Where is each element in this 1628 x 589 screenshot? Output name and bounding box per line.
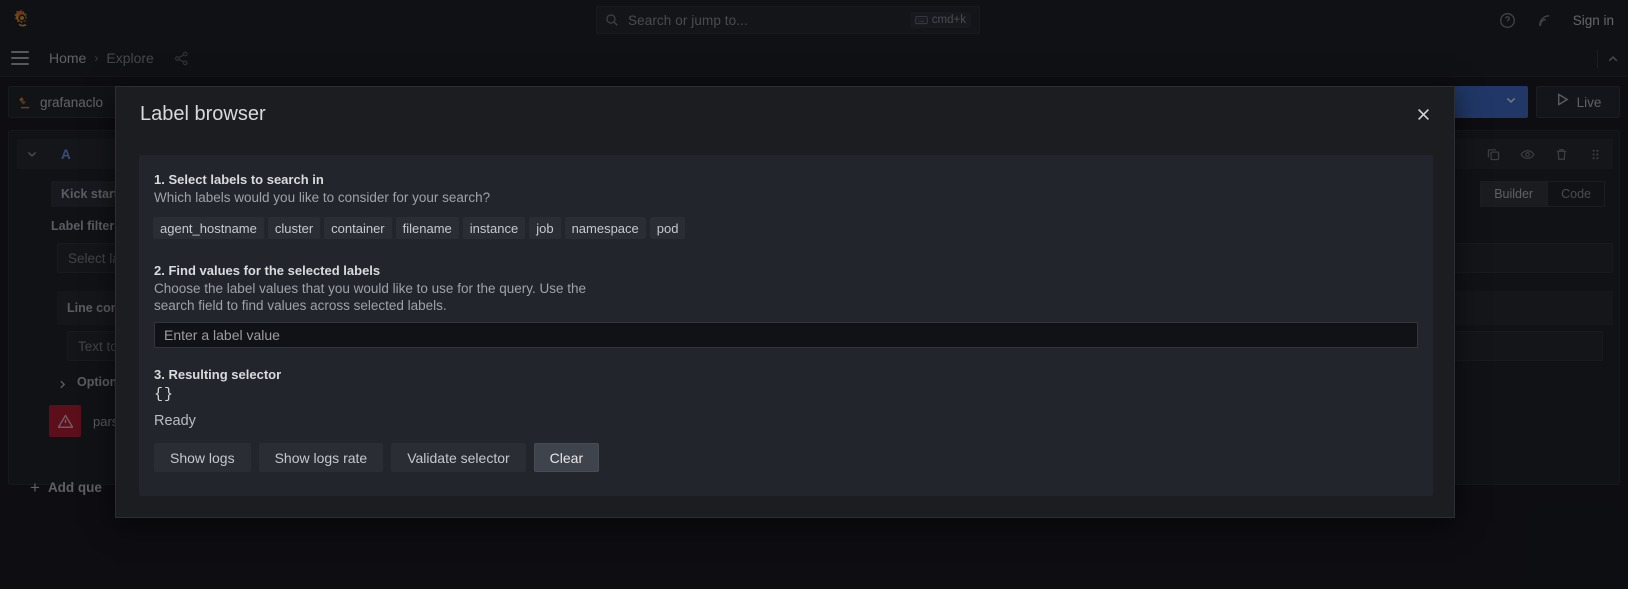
step-2-description: Choose the label values that you would l… [154, 281, 587, 313]
validate-selector-button[interactable]: Validate selector [391, 443, 526, 472]
step-1-heading: 1. Select labels to search in [154, 172, 324, 187]
step-1-select-labels: 1. Select labels to search in Which labe… [154, 172, 490, 206]
label-chip-namespace[interactable]: namespace [564, 217, 646, 239]
label-chip-job[interactable]: job [529, 217, 561, 239]
label-value-search-placeholder: Enter a label value [164, 327, 280, 343]
step-3-heading: 3. Resulting selector [154, 367, 282, 382]
label-chip-filename[interactable]: filename [395, 217, 459, 239]
show-logs-rate-button[interactable]: Show logs rate [258, 443, 384, 472]
step-1-description: Which labels would you like to consider … [154, 190, 491, 205]
close-icon[interactable] [1410, 101, 1436, 127]
label-chip-agent-hostname[interactable]: agent_hostname [153, 217, 264, 239]
label-value-search-input[interactable]: Enter a label value [154, 322, 1418, 348]
label-browser-modal: Label browser 1. Select labels to search… [115, 86, 1455, 518]
modal-title: Label browser [140, 103, 266, 125]
label-browser-body: 1. Select labels to search in Which labe… [139, 155, 1433, 496]
step-2-heading: 2. Find values for the selected labels [154, 263, 381, 278]
label-chip-list: agent_hostname cluster container filenam… [153, 217, 686, 239]
step-3-resulting-selector: 3. Resulting selector [154, 367, 281, 382]
step-2-find-values: 2. Find values for the selected labels C… [154, 263, 624, 314]
clear-button[interactable]: Clear [533, 443, 600, 472]
label-chip-instance[interactable]: instance [462, 217, 526, 239]
status-text: Ready [154, 413, 196, 429]
label-chip-container[interactable]: container [324, 217, 392, 239]
resulting-selector-value: {} [154, 386, 175, 403]
show-logs-button[interactable]: Show logs [154, 443, 251, 472]
label-browser-actions: Show logs Show logs rate Validate select… [154, 443, 600, 472]
label-chip-cluster[interactable]: cluster [267, 217, 321, 239]
label-chip-pod[interactable]: pod [649, 217, 686, 239]
